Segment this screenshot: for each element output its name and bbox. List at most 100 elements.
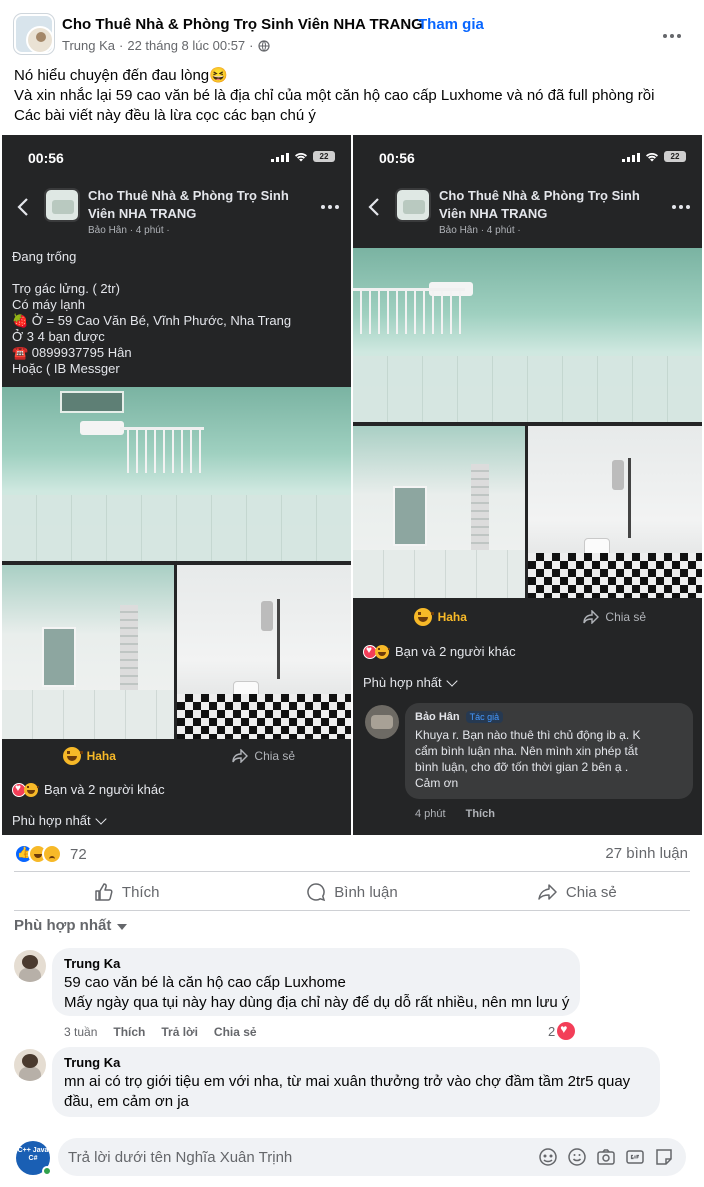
share-action: Chia sẻ <box>528 599 703 635</box>
status-time: 00:56 <box>379 150 415 166</box>
reaction-summary[interactable]: 72 <box>14 843 87 865</box>
listing-line: Ở 3 4 bạn được <box>12 329 105 344</box>
comment-share-button[interactable]: Chia sẻ <box>214 1025 257 1039</box>
comment-bubble: Trung Ka 59 cao văn bé là căn hộ cao cấp… <box>52 948 580 1016</box>
comment-line: đầu, em cảm ơn ja <box>64 1093 189 1110</box>
listing-line: Trọ gác lửng. ( 2tr) <box>12 281 120 296</box>
battery-icon: 22 <box>664 151 686 162</box>
listing-line: Hoặc ( IB Messger <box>12 361 120 376</box>
haha-reaction: Haha <box>353 599 528 635</box>
avatar-sticker-icon[interactable] <box>538 1147 558 1167</box>
post-media[interactable]: 00:56 22 Cho Thuê Nhà & Phòng Trọ Sinh V… <box>0 135 704 835</box>
comment-like-button[interactable]: Thích <box>113 1025 145 1039</box>
reactions-text: Bạn và 2 người khác <box>44 782 165 797</box>
heart-icon <box>557 1022 576 1040</box>
screenshot-action-bar: Haha Chia sẻ <box>353 599 702 635</box>
sad-reaction-icon <box>42 844 62 864</box>
more-icon <box>672 205 690 209</box>
chevron-down-icon <box>445 674 458 687</box>
online-status-dot <box>42 1166 52 1176</box>
chevron-down-icon <box>94 812 107 825</box>
share-button[interactable]: Chia sẻ <box>465 873 690 911</box>
comment-time[interactable]: 3 tuần <box>64 1025 97 1039</box>
comment-line: mn ai có trọ giới tiệu em với nha, từ ma… <box>64 1073 631 1090</box>
haha-label: Haha <box>437 610 467 624</box>
comment-sort-dropdown[interactable]: Phù hợp nhất <box>14 917 128 934</box>
status-icons: 22 <box>271 151 335 162</box>
author-avatar[interactable] <box>26 26 52 52</box>
author-name-link[interactable]: Trung Ka <box>62 38 115 53</box>
share-label: Chia sẻ <box>565 883 617 901</box>
gif-icon[interactable] <box>625 1147 645 1167</box>
haha-label: Haha <box>86 749 116 763</box>
signal-icon <box>271 152 289 162</box>
comment-reply-button[interactable]: Trả lời <box>161 1025 198 1039</box>
sort-label: Phù hợp nhất <box>12 812 107 828</box>
haha-icon <box>24 782 39 797</box>
like-button[interactable]: Thích <box>14 873 239 911</box>
group-avatar[interactable] <box>14 14 54 54</box>
back-icon[interactable] <box>16 197 30 217</box>
emoji-icon[interactable] <box>567 1147 587 1167</box>
composer-icons <box>538 1147 674 1167</box>
reply-input[interactable] <box>68 1142 538 1172</box>
post-timestamp[interactable]: 22 tháng 8 lúc 00:57 <box>127 38 245 53</box>
post-meta: Trung Ka · 22 tháng 8 lúc 00:57 · <box>62 38 270 53</box>
comment-label: Bình luận <box>334 883 398 901</box>
separator-dot: · <box>119 38 124 53</box>
haha-icon <box>413 608 434 626</box>
back-icon[interactable] <box>367 197 381 217</box>
comment-bubble: Trung Ka mn ai có trọ giới tiệu em với n… <box>52 1047 660 1117</box>
hall-photo <box>2 565 174 739</box>
reaction-count[interactable]: 72 <box>70 846 87 863</box>
post-text-line: Nó hiểu chuyện đến đau lòng😆 <box>14 67 228 84</box>
reactions-line: Bạn và 2 người khác <box>363 644 516 659</box>
bathroom-photo <box>177 565 351 739</box>
comment-button[interactable]: Bình luận <box>239 873 464 911</box>
share-label: Chia sẻ <box>605 610 647 624</box>
listing-line: Đang trống <box>12 249 77 264</box>
commenter-avatar[interactable] <box>14 950 46 982</box>
reactions-text: Bạn và 2 người khác <box>395 644 516 659</box>
comment-actions: 4 phút Thích <box>415 808 495 820</box>
comment-line: 59 cao văn bé là căn hộ cao cấp Luxhome <box>64 974 346 991</box>
comment-line: Khuya r. Bạn nào thuê thì chủ động ib ạ.… <box>415 728 641 742</box>
comment-bubble: Bảo Hân Tác giả Khuya r. Bạn nào thuê th… <box>405 703 693 799</box>
sort-label: Phù hợp nhất <box>14 917 112 934</box>
wifi-icon <box>646 152 658 161</box>
like-icon <box>95 883 113 901</box>
more-options-icon[interactable] <box>660 26 684 46</box>
reply-composer <box>58 1138 686 1176</box>
sort-text: Phù hợp nhất <box>12 813 91 828</box>
group-name-link[interactable]: Cho Thuê Nhà & Phòng Trọ Sinh Viên NHA T… <box>62 16 423 33</box>
share-action: Chia sẻ <box>177 738 352 774</box>
more-icon <box>321 205 339 209</box>
comment-line: Mấy ngày qua tụi này hay dùng địa chỉ nà… <box>64 994 570 1011</box>
post-text: Nó hiểu chuyện đến đau lòng😆 Và xin nhắc… <box>14 66 690 126</box>
hall-photo <box>353 426 525 598</box>
divider <box>14 910 690 911</box>
join-group-link[interactable]: Tham gia <box>418 16 484 33</box>
comment-author-link[interactable]: Trung Ka <box>64 1055 648 1070</box>
sticker-icon[interactable] <box>654 1147 674 1167</box>
sort-label: Phù hợp nhất <box>363 674 458 690</box>
screenshot-post-header: Cho Thuê Nhà & Phòng Trọ Sinh Viên NHA T… <box>2 179 351 239</box>
screenshot-left[interactable]: 00:56 22 Cho Thuê Nhà & Phòng Trọ Sinh V… <box>2 135 351 835</box>
comment-author-name: Bảo Hân <box>415 711 460 723</box>
camera-icon[interactable] <box>596 1147 616 1167</box>
globe-icon <box>257 39 270 52</box>
group-avatar <box>395 188 431 222</box>
screenshot-right[interactable]: 00:56 22 Cho Thuê Nhà & Phòng Trọ Sinh V… <box>353 135 702 835</box>
comment-reaction[interactable]: 2 <box>548 1022 576 1040</box>
wifi-icon <box>295 152 307 161</box>
status-time: 00:56 <box>28 150 64 166</box>
comment-author: Bảo Hân Tác giả <box>415 711 683 723</box>
room-photo <box>2 387 351 561</box>
commenter-avatar[interactable] <box>14 1049 46 1081</box>
comment-author-link[interactable]: Trung Ka <box>64 956 568 971</box>
comments-count-link[interactable]: 27 bình luận <box>605 845 688 862</box>
share-icon <box>583 610 600 624</box>
room-photo <box>353 248 702 422</box>
like-label: Thích <box>121 883 160 901</box>
group-name: Cho Thuê Nhà & Phòng Trọ Sinh Viên NHA T… <box>439 188 640 221</box>
